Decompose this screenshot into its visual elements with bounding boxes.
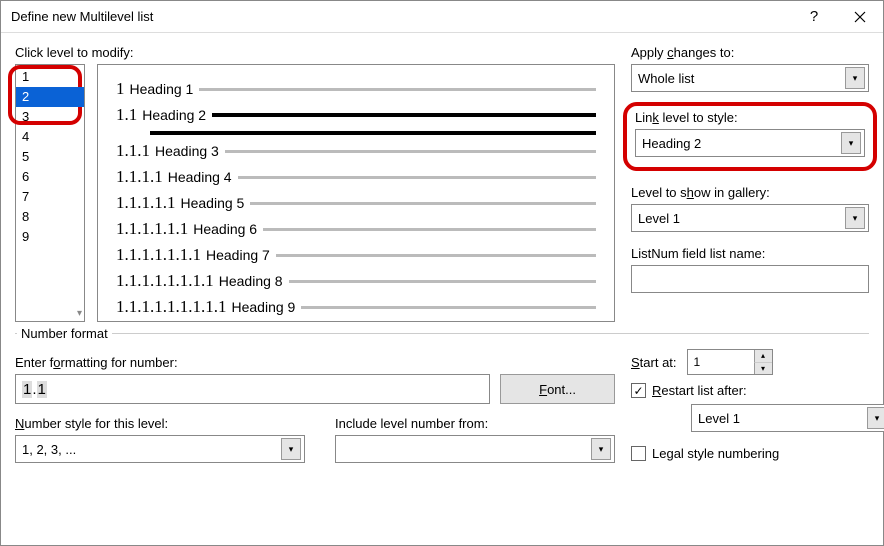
preview-heading-label: Heading 4: [168, 169, 232, 185]
spinner-up-icon[interactable]: ▴: [754, 350, 772, 363]
level-item-2[interactable]: 2: [16, 87, 84, 107]
legal-checkbox[interactable]: [631, 446, 646, 461]
preview-line: [150, 131, 596, 135]
preview-line: [199, 88, 596, 91]
level-listbox[interactable]: 123456789 ▾: [15, 64, 85, 322]
preview-line: [225, 150, 596, 153]
chevron-down-icon[interactable]: ▾: [845, 67, 865, 89]
listnum-label: ListNum field list name:: [631, 246, 869, 261]
preview-number: 1.1.1.1.1.1: [116, 219, 188, 239]
number-style-select[interactable]: 1, 2, 3, ... ▾: [15, 435, 305, 463]
preview-number: 1.1.1: [116, 141, 150, 161]
preview-row: 1.1.1.1.1.1.1.1.1 Heading 9: [116, 297, 596, 317]
start-at-label: Start at:: [631, 355, 677, 370]
preview-row: 1.1.1.1.1 Heading 5: [116, 193, 596, 213]
help-button[interactable]: ?: [791, 1, 837, 33]
preview-number: 1.1.1.1: [116, 167, 163, 187]
link-level-label: Link level to style:: [635, 110, 865, 125]
level-item-6[interactable]: 6: [16, 167, 84, 187]
annotation-highlight: Link level to style: Heading 2 ▾: [623, 102, 877, 171]
restart-checkbox[interactable]: ✓: [631, 383, 646, 398]
restart-label: Restart list after:: [652, 383, 747, 398]
legal-label: Legal style numbering: [652, 446, 779, 461]
chevron-down-icon[interactable]: ▾: [281, 438, 301, 460]
preview-heading-label: Heading 8: [219, 273, 283, 289]
preview-number: 1.1.1.1.1.1.1.1.1: [116, 297, 227, 317]
preview-row: 1 Heading 1: [116, 79, 596, 99]
level-item-5[interactable]: 5: [16, 147, 84, 167]
dialog-title: Define new Multilevel list: [11, 9, 791, 24]
preview-heading-label: Heading 3: [155, 143, 219, 159]
spinner-down-icon[interactable]: ▾: [754, 363, 772, 375]
level-item-8[interactable]: 8: [16, 207, 84, 227]
preview-heading-label: Heading 7: [206, 247, 270, 263]
preview-number: 1.1.1.1.1: [116, 193, 176, 213]
preview-line: [250, 202, 596, 205]
preview-number: 1.1: [116, 105, 137, 125]
preview-heading-label: Heading 1: [130, 81, 194, 97]
preview-row: 1.1.1 Heading 3: [116, 141, 596, 161]
chevron-down-icon[interactable]: ▾: [867, 407, 884, 429]
preview-number: 1: [116, 79, 125, 99]
number-format-group: Number format: [15, 326, 869, 347]
level-item-4[interactable]: 4: [16, 127, 84, 147]
apply-changes-label: Apply changes to:: [631, 45, 869, 60]
include-level-label: Include level number from:: [335, 416, 615, 431]
close-button[interactable]: [837, 1, 883, 33]
preview-row: 1.1.1.1.1.1.1 Heading 7: [116, 245, 596, 265]
level-item-3[interactable]: 3: [16, 107, 84, 127]
preview-heading-label: Heading 5: [181, 195, 245, 211]
preview-line: [212, 113, 596, 117]
preview-number: 1.1.1.1.1.1.1.1: [116, 271, 214, 291]
format-right: Start at: 1 ▴ ▾ ✓ Restart list after: Le…: [631, 347, 884, 467]
chevron-down-icon[interactable]: ▾: [845, 207, 865, 229]
restart-checkbox-row[interactable]: ✓ Restart list after:: [631, 383, 884, 398]
preview-heading-label: Heading 9: [232, 299, 296, 315]
preview-row: 1.1.1.1 Heading 4: [116, 167, 596, 187]
preview-row: 1.1 Heading 2: [116, 105, 596, 125]
preview-number: 1.1.1.1.1.1.1: [116, 245, 201, 265]
preview-row: [116, 131, 596, 135]
level-item-1[interactable]: 1: [16, 67, 84, 87]
level-item-9[interactable]: 9: [16, 227, 84, 247]
start-at-spinner[interactable]: 1 ▴ ▾: [687, 349, 773, 375]
right-column: Apply changes to: Whole list ▾ Link leve…: [631, 45, 869, 322]
chevron-down-icon[interactable]: ▾: [841, 132, 861, 154]
preview-line: [263, 228, 596, 231]
preview-line: [276, 254, 596, 257]
preview-heading-label: Heading 2: [142, 107, 206, 123]
listnum-input[interactable]: [631, 265, 869, 293]
gallery-label: Level to show in gallery:: [631, 185, 869, 200]
number-format-legend: Number format: [17, 326, 112, 341]
preview-pane: 1Heading 11.1Heading 21.1.1Heading 31.1.…: [97, 64, 615, 322]
preview-line: [289, 280, 596, 283]
apply-changes-select[interactable]: Whole list ▾: [631, 64, 869, 92]
level-item-7[interactable]: 7: [16, 187, 84, 207]
click-level-label: Click level to modify:: [15, 45, 615, 60]
legal-checkbox-row[interactable]: Legal style numbering: [631, 446, 884, 461]
format-left: Enter formatting for number: 1.1 Font...…: [15, 347, 615, 467]
chevron-down-icon[interactable]: ▾: [77, 308, 82, 319]
restart-level-select[interactable]: Level 1 ▾: [691, 404, 884, 432]
include-level-select[interactable]: ▾: [335, 435, 615, 463]
link-level-select[interactable]: Heading 2 ▾: [635, 129, 865, 157]
left-column: Click level to modify: 123456789 ▾ 1Head…: [15, 45, 615, 322]
preview-row: 1.1.1.1.1.1.1.1 Heading 8: [116, 271, 596, 291]
preview-line: [238, 176, 596, 179]
chevron-down-icon[interactable]: ▾: [591, 438, 611, 460]
font-button[interactable]: Font...: [500, 374, 615, 404]
number-format-input[interactable]: 1.1: [15, 374, 490, 404]
preview-heading-label: Heading 6: [193, 221, 257, 237]
enter-formatting-label: Enter formatting for number:: [15, 355, 615, 370]
number-style-label: Number style for this level:: [15, 416, 305, 431]
titlebar: Define new Multilevel list ?: [1, 1, 883, 33]
gallery-select[interactable]: Level 1 ▾: [631, 204, 869, 232]
preview-row: 1.1.1.1.1.1 Heading 6: [116, 219, 596, 239]
preview-line: [301, 306, 596, 309]
